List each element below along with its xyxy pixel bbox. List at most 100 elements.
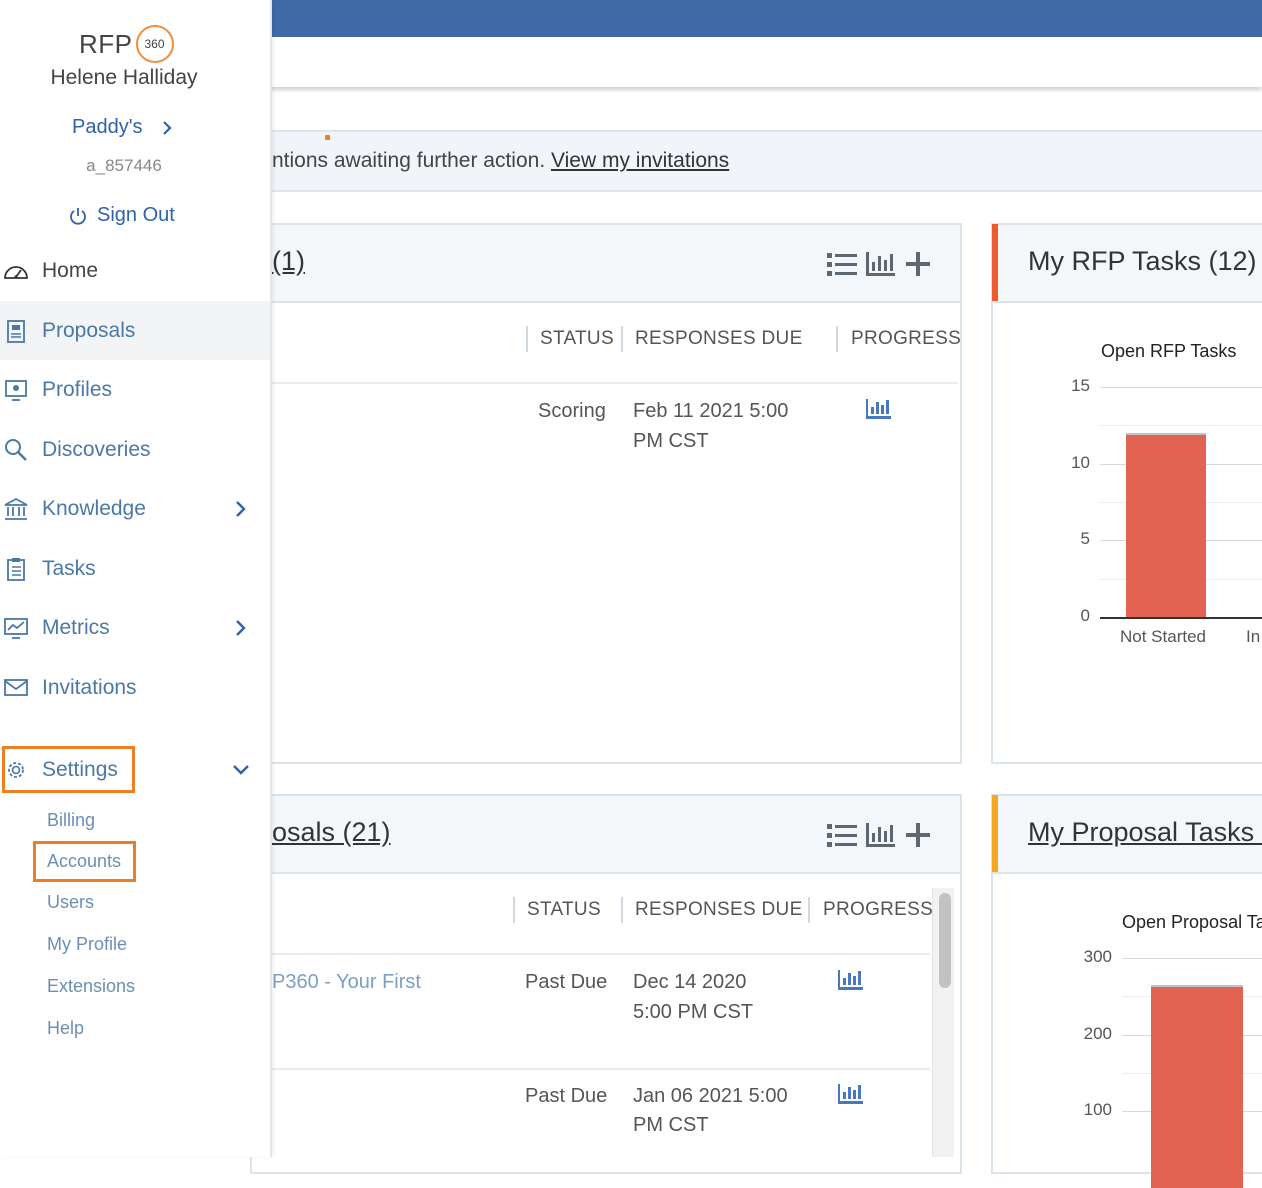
proposal-tasks-title[interactable]: My Proposal Tasks ( [1028, 817, 1262, 848]
chart-gridline [1100, 387, 1262, 388]
rfp-tasks-accent [992, 224, 998, 301]
settings-item-billing[interactable]: Billing [47, 810, 95, 831]
column-divider [621, 326, 623, 352]
chart-gridline [1100, 617, 1262, 619]
row-divider [272, 382, 958, 384]
proposal-tasks-chart: 300 200 100 [1060, 942, 1262, 1188]
nav-label-discoveries: Discoveries [42, 437, 151, 461]
x-category-label: In [1246, 627, 1261, 646]
company-name: Paddy's [72, 116, 143, 138]
rfp-col-responses-due[interactable]: RESPONSES DUE [635, 328, 803, 350]
settings-item-extensions[interactable]: Extensions [47, 976, 135, 997]
nav-label-proposals: Proposals [42, 318, 136, 342]
proposal-row-status: Past Due [525, 1085, 608, 1107]
nav-item-knowledge[interactable]: Knowledge [0, 479, 270, 538]
progress-chart-icon[interactable] [866, 399, 891, 424]
proposal-row-due-line2: 5:00 PM CST [633, 1001, 754, 1023]
power-icon [70, 207, 86, 225]
y-tick-label: 0 [1080, 606, 1090, 625]
rfp-row-due-line1: Feb 11 2021 5:00 [633, 400, 789, 422]
proposal-row-status: Past Due [525, 971, 608, 993]
chart-minor-gridline [1100, 425, 1262, 427]
nav-label-home: Home [42, 258, 99, 282]
accounts-highlight-box [33, 841, 136, 882]
nav-label-knowledge: Knowledge [42, 496, 146, 520]
rfp-col-status[interactable]: STATUS [540, 328, 614, 350]
proposals-panel-toolbar [827, 821, 933, 854]
clipboard-icon [7, 557, 25, 581]
rfp-row-status: Scoring [538, 400, 606, 422]
row-divider [272, 953, 930, 955]
rfp-col-progress[interactable]: PROGRESS [851, 328, 961, 350]
proposals-panel-title[interactable]: osals (21) [272, 817, 391, 848]
y-tick-label: 5 [1080, 529, 1090, 549]
search-icon [5, 438, 27, 461]
nav-item-proposals[interactable]: Proposals [0, 301, 270, 360]
dashboard-gauge-icon [4, 265, 28, 279]
proposals-col-status[interactable]: STATUS [527, 899, 601, 921]
chart-view-icon[interactable] [866, 823, 895, 847]
progress-chart-icon[interactable] [838, 970, 863, 995]
chart-gridline [1122, 958, 1262, 959]
list-view-icon[interactable] [827, 253, 857, 276]
column-divider [808, 897, 810, 923]
column-divider [836, 326, 838, 352]
sign-out-label: Sign Out [97, 204, 175, 226]
column-divider [513, 897, 515, 923]
logo-text: RFP [79, 28, 133, 59]
chart-bar[interactable] [1151, 984, 1243, 1188]
rfp-row-due-line2: PM CST [633, 430, 709, 452]
settings-item-help[interactable]: Help [47, 1018, 84, 1039]
account-id: a_857446 [86, 156, 162, 175]
proposal-row-due-line2: PM CST [633, 1114, 709, 1136]
profile-monitor-icon [5, 379, 27, 401]
proposal-chart-title: Open Proposal Ta [1122, 912, 1262, 932]
rfp-panel-title[interactable]: (1) [272, 246, 305, 277]
chevron-down-icon[interactable] [232, 761, 250, 779]
add-icon[interactable] [906, 252, 930, 276]
view-invitations-link[interactable]: View my invitations [551, 149, 729, 172]
chart-view-icon[interactable] [866, 252, 895, 276]
rfp-tasks-title: My RFP Tasks (12) [1028, 246, 1257, 276]
nav-label-profiles: Profiles [42, 377, 113, 401]
list-view-icon[interactable] [827, 824, 857, 847]
proposals-scrollbar-thumb[interactable] [939, 893, 951, 988]
rfp-panel-toolbar [827, 250, 933, 283]
proposal-row-due-line1: Jan 06 2021 5:00 [633, 1085, 788, 1107]
nav-label-metrics: Metrics [42, 615, 110, 639]
sidebar: RFP 360 Helene Halliday Paddy's a_857446… [0, 0, 272, 1157]
y-tick-label: 300 [1083, 947, 1112, 966]
sign-out-button[interactable]: Sign Out [68, 204, 175, 227]
nav-item-home[interactable]: Home [0, 241, 270, 300]
proposals-col-responses-due[interactable]: RESPONSES DUE [635, 899, 803, 921]
y-tick-label: 10 [1071, 452, 1090, 472]
proposal-row-name-link[interactable]: P360 - Your First [272, 967, 421, 997]
chevron-right-icon[interactable] [232, 500, 250, 518]
proposal-tasks-accent [992, 795, 998, 872]
nav-item-invitations[interactable]: Invitations [0, 658, 270, 717]
chart-bar[interactable] [1126, 433, 1206, 617]
column-divider [621, 897, 623, 923]
chevron-right-icon[interactable] [232, 619, 250, 637]
add-icon[interactable] [906, 823, 930, 847]
company-switcher[interactable]: Paddy's [72, 116, 172, 139]
nav-item-tasks[interactable]: Tasks [0, 539, 270, 598]
library-building-icon [4, 497, 28, 520]
nav-item-discoveries[interactable]: Discoveries [0, 420, 270, 479]
rfp-tasks-chart: 15 10 5 0 Not Started In [1040, 370, 1262, 660]
nav-label-tasks: Tasks [42, 556, 96, 580]
settings-item-my-profile[interactable]: My Profile [47, 934, 127, 955]
column-divider [526, 326, 528, 352]
rfp360-logo[interactable]: RFP 360 [79, 25, 174, 63]
proposals-col-progress[interactable]: PROGRESS [823, 899, 933, 921]
nav-item-profiles[interactable]: Profiles [0, 360, 270, 419]
nav-label-invitations: Invitations [42, 675, 137, 699]
settings-highlight-box [2, 746, 135, 793]
settings-item-users[interactable]: Users [47, 892, 94, 913]
proposal-row-due-line1: Dec 14 2020 [633, 971, 747, 993]
notice-message: ntions awaiting further action. [272, 149, 551, 172]
progress-chart-icon[interactable] [838, 1084, 863, 1109]
nav-item-metrics[interactable]: Metrics [0, 598, 270, 657]
chevron-right-icon [163, 120, 172, 135]
notice-text: ntions awaiting further action. View my … [272, 149, 729, 173]
